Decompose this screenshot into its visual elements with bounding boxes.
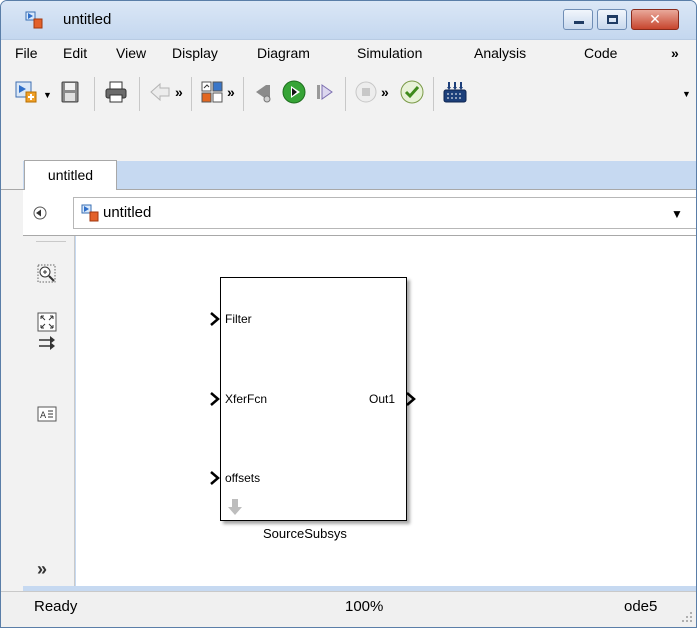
hide-explorer-bar-icon[interactable]	[32, 205, 48, 221]
arrow-button[interactable]	[37, 333, 57, 353]
toolbar-separator	[191, 77, 192, 111]
outport-arrow-icon	[406, 392, 416, 406]
annotation-button[interactable]: A	[37, 404, 57, 424]
menu-diagram[interactable]: Diagram	[257, 45, 310, 61]
simulink-model-icon	[81, 204, 99, 222]
back-arrow-icon	[150, 82, 170, 102]
inport-label-offsets: offsets	[225, 471, 261, 485]
menu-overflow-button[interactable]: »	[671, 45, 679, 61]
toolbar-separator	[139, 77, 140, 111]
simulink-model-icon	[25, 11, 43, 29]
step-back-icon	[256, 85, 271, 103]
breadcrumb-label[interactable]: untitled	[103, 204, 151, 221]
title-bar[interactable]: untitled ✕	[1, 1, 696, 39]
maximize-button[interactable]	[597, 9, 627, 30]
status-text: Ready	[34, 598, 78, 615]
toolbar: ▼ » » » ▼	[1, 67, 696, 161]
resize-grip-icon[interactable]	[679, 609, 693, 623]
menu-bar: File Edit View Display Diagram Simulatio…	[1, 39, 696, 67]
library-browser-icon	[201, 81, 223, 103]
step-forward-icon	[317, 84, 333, 100]
step-forward-button[interactable]	[311, 79, 337, 105]
inport-arrow-icon	[210, 471, 220, 485]
window-title: untitled	[63, 11, 112, 28]
toolbar-separator	[94, 77, 95, 111]
inport-label-xferfcn: XferFcn	[225, 392, 268, 406]
inport-arrow-icon	[210, 312, 220, 326]
model-path-box[interactable]	[73, 197, 696, 229]
build-icon	[443, 82, 467, 103]
fit-to-view-icon	[37, 312, 57, 332]
menu-display[interactable]: Display	[172, 45, 218, 61]
solver-name[interactable]: ode5	[624, 598, 657, 615]
back-button[interactable]	[147, 79, 173, 105]
model-advisor-check-icon	[400, 80, 424, 104]
zoom-button[interactable]	[37, 264, 57, 284]
toolbar-overflow-button[interactable]: »	[381, 84, 389, 100]
expand-palette-button[interactable]: »	[37, 559, 47, 580]
model-window: untitled ✕ File Edit View Display Diagra…	[0, 0, 697, 628]
outport-label-out1: Out1	[369, 392, 396, 406]
save-button[interactable]	[57, 79, 83, 105]
menu-analysis[interactable]: Analysis	[474, 45, 526, 61]
menu-file[interactable]: File	[15, 45, 38, 61]
svg-text:A: A	[40, 411, 47, 421]
inport-label-filter: Filter	[225, 312, 252, 326]
new-model-icon	[15, 81, 37, 103]
fit-to-view-button[interactable]	[37, 312, 57, 332]
frame-left-border	[1, 161, 23, 591]
stop-button[interactable]	[353, 79, 379, 105]
maximize-icon	[607, 15, 618, 24]
toolbar-overflow-button[interactable]: »	[227, 84, 235, 100]
menu-code[interactable]: Code	[584, 45, 617, 61]
down-arrow-icon	[228, 499, 242, 515]
new-model-dropdown-icon[interactable]: ▼	[43, 90, 52, 100]
inport-arrow-icon	[210, 392, 220, 406]
menu-simulation[interactable]: Simulation	[357, 45, 422, 61]
minimize-icon	[574, 21, 584, 24]
run-icon	[282, 80, 306, 104]
toolbar-separator	[433, 77, 434, 111]
model-advisor-button[interactable]	[399, 79, 425, 105]
minimize-button[interactable]	[563, 9, 593, 30]
palette-separator	[36, 241, 66, 242]
step-back-button[interactable]	[251, 79, 277, 105]
print-button[interactable]	[103, 79, 129, 105]
toolbar-overflow-button[interactable]: »	[175, 84, 183, 100]
menu-view[interactable]: View	[116, 45, 146, 61]
library-browser-button[interactable]	[199, 79, 225, 105]
zoom-level: 100%	[345, 598, 384, 615]
build-dropdown-icon[interactable]: ▼	[682, 89, 691, 99]
build-button[interactable]	[442, 79, 468, 105]
zoom-icon	[37, 264, 56, 283]
chevron-down-icon[interactable]: ▼	[671, 207, 683, 221]
toolbar-separator	[243, 77, 244, 111]
menu-edit[interactable]: Edit	[63, 45, 87, 61]
run-button[interactable]	[281, 79, 307, 105]
new-model-button[interactable]	[13, 79, 39, 105]
toolbar-separator	[345, 77, 346, 111]
arrow-icon	[39, 336, 55, 350]
block-name-label[interactable]: SourceSubsys	[263, 526, 347, 541]
close-button[interactable]: ✕	[631, 9, 679, 30]
tab-untitled[interactable]: untitled	[24, 160, 117, 190]
save-icon	[61, 81, 79, 103]
stop-icon	[355, 81, 377, 103]
annotation-icon: A	[37, 406, 57, 422]
print-icon	[105, 81, 127, 103]
close-icon: ✕	[649, 11, 661, 27]
